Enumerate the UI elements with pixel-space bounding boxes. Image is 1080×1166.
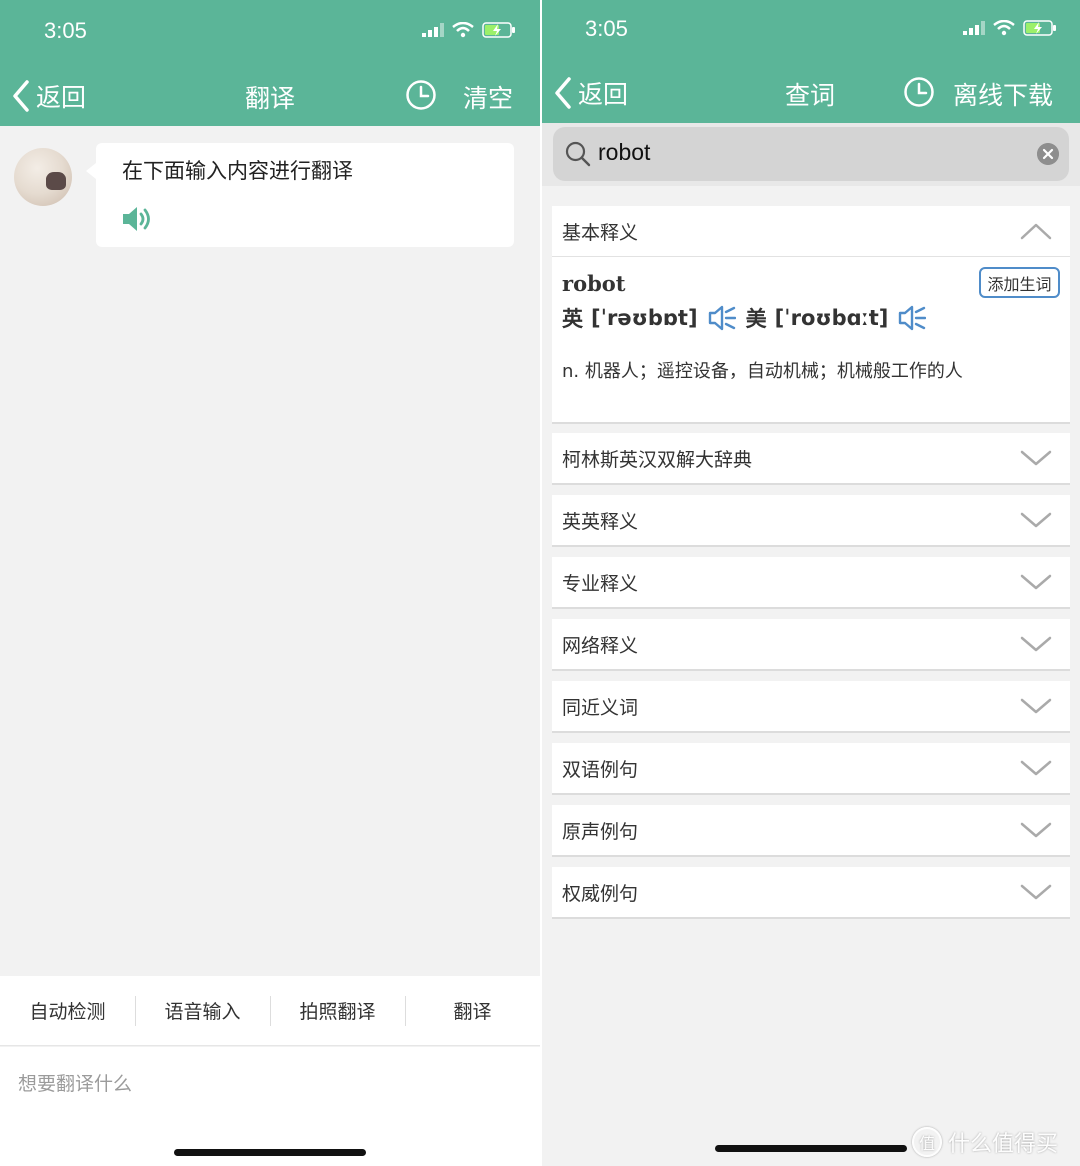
chevron-left-icon xyxy=(13,80,29,112)
section-professional[interactable]: 专业释义 xyxy=(552,557,1070,609)
search-value: robot xyxy=(598,139,651,165)
basic-meaning-header[interactable]: 基本释义 xyxy=(552,206,1070,256)
phonetic-row: 英 [ˈrəʊbɒt] 美 [ˈroʊbɑːt] xyxy=(562,303,927,333)
search-icon xyxy=(565,141,591,167)
add-word-button[interactable]: 添加生词 xyxy=(979,267,1060,298)
back-button[interactable]: 返回 xyxy=(12,78,86,114)
section-label: 同近义词 xyxy=(562,697,639,719)
chevron-up-icon[interactable] xyxy=(1020,222,1052,240)
status-icons xyxy=(963,20,1057,36)
page-title: 查词 xyxy=(784,81,836,110)
definition-text: n. 机器人；遥控设备，自动机械；机械般工作的人 xyxy=(562,361,963,382)
chevron-down-icon[interactable] xyxy=(1020,883,1052,901)
watermark-text: 什么值得买 xyxy=(948,1132,1059,1157)
bottom-toolbar: 自动检测 语音输入 拍照翻译 翻译 xyxy=(0,976,540,1046)
chevron-down-icon[interactable] xyxy=(1020,449,1052,467)
bubble-text: 在下面输入内容进行翻译 xyxy=(122,159,353,183)
section-label: 柯林斯英汉双解大辞典 xyxy=(562,449,753,471)
home-indicator xyxy=(715,1145,907,1152)
photo-translate-button[interactable]: 拍照翻译 xyxy=(270,976,405,1045)
section-english-english[interactable]: 英英释义 xyxy=(552,495,1070,547)
uk-label: 英 xyxy=(562,307,583,331)
back-label: 返回 xyxy=(578,80,629,109)
section-authoritative-examples[interactable]: 权威例句 xyxy=(552,867,1070,919)
dictionary-screen: 3:05 返回 查词 离线下载 robot 基本释义 robot 添加生词 英 … xyxy=(542,0,1080,1166)
back-label: 返回 xyxy=(36,83,87,112)
us-label: 美 xyxy=(745,307,767,331)
offline-download-button[interactable]: 离线下载 xyxy=(953,76,1053,112)
chevron-down-icon[interactable] xyxy=(1020,511,1052,529)
section-label: 网络释义 xyxy=(562,635,639,657)
section-label: 双语例句 xyxy=(562,759,639,781)
back-button[interactable]: 返回 xyxy=(554,75,628,111)
home-indicator xyxy=(174,1149,366,1156)
chevron-down-icon[interactable] xyxy=(1020,573,1052,591)
section-label: 基本释义 xyxy=(562,222,639,244)
translate-screen: 3:05 返回 翻译 清空 在下面输入内容进行翻译 自动检测 语音输入 拍照翻译… xyxy=(0,0,540,1166)
wifi-icon xyxy=(452,22,474,38)
page-title: 翻译 xyxy=(244,84,296,113)
section-collins[interactable]: 柯林斯英汉双解大辞典 xyxy=(552,433,1070,485)
us-speaker-icon[interactable] xyxy=(898,305,927,331)
signal-icon xyxy=(963,21,985,35)
dictionary-header: 3:05 返回 查词 离线下载 xyxy=(542,0,1080,123)
voice-input-button[interactable]: 语音输入 xyxy=(135,976,270,1045)
us-phonetic: [ˈroʊbɑːt] xyxy=(774,306,889,330)
avatar[interactable] xyxy=(14,148,72,206)
uk-phonetic: [ˈrəʊbɒt] xyxy=(591,306,698,330)
status-time: 3:05 xyxy=(44,18,87,43)
speaker-icon[interactable] xyxy=(122,206,154,232)
status-icons xyxy=(422,22,516,38)
basic-meaning-card: 基本释义 robot 添加生词 英 [ˈrəʊbɒt] 美 [ˈroʊbɑːt]… xyxy=(552,206,1070,424)
translate-header: 3:05 返回 翻译 清空 xyxy=(0,0,540,126)
section-label: 英英释义 xyxy=(562,511,639,533)
chevron-down-icon[interactable] xyxy=(1020,635,1052,653)
history-clock-icon[interactable] xyxy=(903,76,935,108)
chat-bubble: 在下面输入内容进行翻译 xyxy=(86,143,514,247)
search-input[interactable]: robot xyxy=(553,127,1069,181)
clear-search-icon[interactable] xyxy=(1037,143,1059,165)
section-web[interactable]: 网络释义 xyxy=(552,619,1070,671)
basic-meaning-body: robot 添加生词 英 [ˈrəʊbɒt] 美 [ˈroʊbɑːt] n. 机… xyxy=(552,256,1070,422)
search-bar: robot xyxy=(542,123,1080,186)
watermark-badge: 值 xyxy=(912,1127,942,1157)
clear-button[interactable]: 清空 xyxy=(463,79,513,115)
battery-charging-icon xyxy=(1023,20,1056,36)
section-label: 权威例句 xyxy=(562,883,639,905)
status-time: 3:05 xyxy=(585,16,628,41)
history-clock-icon[interactable] xyxy=(405,79,437,111)
chevron-down-icon[interactable] xyxy=(1020,759,1052,777)
input-placeholder: 想要翻译什么 xyxy=(18,1073,133,1095)
section-label: 原声例句 xyxy=(562,821,639,843)
battery-charging-icon xyxy=(482,22,515,38)
auto-detect-button[interactable]: 自动检测 xyxy=(0,976,135,1045)
section-synonyms[interactable]: 同近义词 xyxy=(552,681,1070,733)
section-bilingual-examples[interactable]: 双语例句 xyxy=(552,743,1070,795)
headword: robot xyxy=(562,271,626,296)
translate-button[interactable]: 翻译 xyxy=(405,976,540,1045)
chevron-down-icon[interactable] xyxy=(1020,821,1052,839)
watermark: 值 什么值得买 xyxy=(912,1126,1058,1158)
chevron-down-icon[interactable] xyxy=(1020,697,1052,715)
section-audio-examples[interactable]: 原声例句 xyxy=(552,805,1070,857)
chevron-left-icon xyxy=(555,77,571,109)
section-label: 专业释义 xyxy=(562,573,639,595)
uk-speaker-icon[interactable] xyxy=(708,305,736,331)
signal-icon xyxy=(422,23,444,37)
wifi-icon xyxy=(993,20,1015,36)
